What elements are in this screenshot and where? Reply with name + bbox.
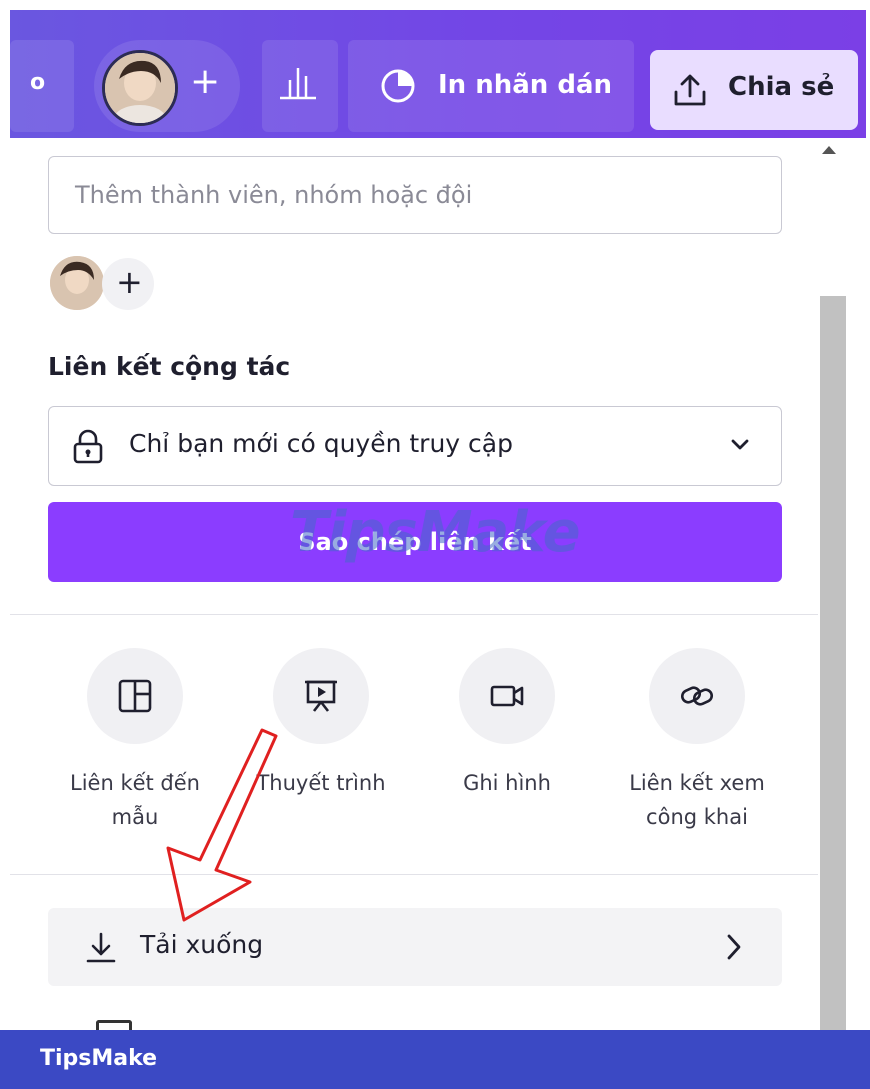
avatar — [50, 256, 104, 310]
divider — [10, 614, 818, 615]
print-stickers-label: In nhãn dán — [438, 70, 613, 100]
chevron-down-icon — [731, 439, 749, 450]
scrollbar-thumb[interactable] — [820, 296, 846, 1030]
scroll-up-arrow-icon[interactable] — [822, 146, 836, 154]
invite-members-input[interactable]: Thêm thành viên, nhóm hoặc đội — [48, 156, 782, 234]
collab-link-title: Liên kết cộng tác — [48, 352, 291, 381]
frame-border — [0, 0, 870, 10]
link-icon-circle — [649, 648, 745, 744]
download-label: Tải xuống — [140, 930, 264, 959]
share-option-public-link[interactable]: Liên kết xem công khai — [612, 648, 782, 834]
avatar[interactable] — [102, 50, 178, 126]
footer-banner: TipsMake — [0, 1030, 870, 1089]
present-icon — [305, 680, 337, 712]
annotation-arrow-icon — [166, 728, 278, 922]
download-icon — [86, 932, 116, 963]
lock-icon — [73, 429, 103, 464]
upload-icon — [674, 74, 706, 106]
video-camera-icon — [490, 685, 524, 707]
template-icon — [118, 679, 152, 713]
partial-row-icon — [96, 1020, 132, 1030]
video-camera-icon-circle — [459, 648, 555, 744]
footer-brand: TipsMake — [40, 1046, 158, 1071]
share-option-record[interactable]: Ghi hình — [422, 648, 592, 800]
link-icon — [680, 686, 714, 706]
add-collaborator-button[interactable]: + — [190, 62, 220, 102]
truncated-button-label: o — [30, 70, 46, 95]
share-panel: Thêm thành viên, nhóm hoặc đội + Liên kế… — [10, 138, 818, 1030]
editor-toolbar: o + In nhãn dán Chia sẻ — [10, 10, 866, 138]
divider — [10, 874, 818, 875]
share-button[interactable]: Chia sẻ — [650, 50, 858, 130]
bar-chart-icon — [280, 68, 316, 100]
access-dropdown[interactable]: Chỉ bạn mới có quyền truy cập — [48, 406, 782, 486]
share-option-label: Ghi hình — [463, 771, 551, 795]
chevron-right-icon — [727, 934, 741, 960]
share-button-label: Chia sẻ — [728, 72, 835, 102]
share-option-label: Liên kết xem công khai — [629, 771, 765, 829]
plus-icon: + — [116, 263, 143, 301]
access-dropdown-value: Chỉ bạn mới có quyền truy cập — [129, 429, 513, 458]
print-pie-icon — [381, 69, 415, 103]
watermark-logo: TipsMake — [290, 500, 581, 565]
